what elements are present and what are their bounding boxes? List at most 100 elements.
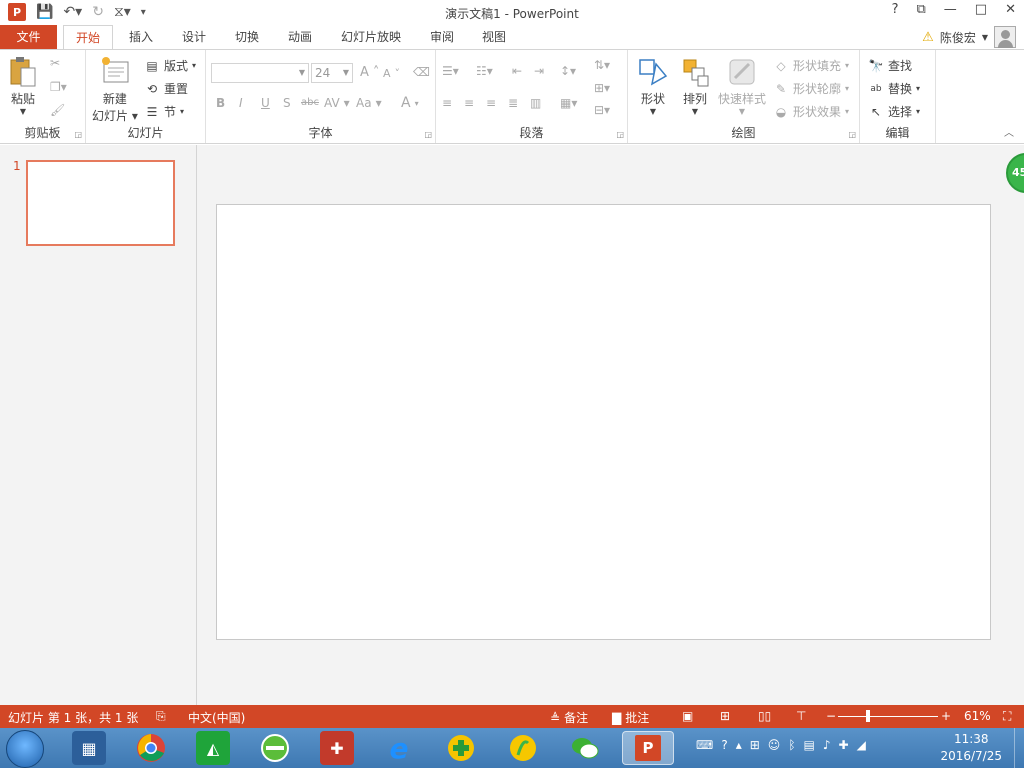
tab-transitions[interactable]: 切换	[224, 25, 270, 49]
chevron-down-icon[interactable]: ▼	[20, 107, 26, 116]
distributed-icon[interactable]: ▥	[530, 96, 541, 110]
select-button[interactable]: ↖ 选择 ▾	[868, 103, 920, 120]
language-indicator[interactable]: 中文(中国)	[188, 709, 245, 726]
dialog-launcher-icon[interactable]: ◲	[848, 130, 856, 139]
zoom-slider-track[interactable]	[838, 716, 938, 717]
puzzle-app-icon[interactable]: ✚	[320, 731, 354, 765]
tab-home[interactable]: 开始	[63, 25, 113, 50]
decrease-indent-icon[interactable]: ⇤	[512, 64, 522, 78]
align-text-icon[interactable]: ⊞▾	[594, 81, 610, 95]
shape-fill-button[interactable]: ◇ 形状填充 ▾	[773, 57, 849, 74]
help-button[interactable]: ?	[892, 2, 899, 17]
fit-to-window-icon[interactable]: ⛶	[1003, 709, 1011, 724]
slide-sorter-icon[interactable]: ⊞	[720, 709, 730, 723]
tab-review[interactable]: 审阅	[419, 25, 465, 49]
shadow-button[interactable]: S	[283, 96, 291, 110]
dialog-launcher-icon[interactable]: ◲	[424, 130, 432, 139]
arrange-button[interactable]: 排列 ▼	[680, 56, 710, 116]
notes-button[interactable]: ≜ 备注	[550, 709, 588, 726]
shape-outline-button[interactable]: ✎ 形状轮廓 ▾	[773, 80, 849, 97]
zoom-out-button[interactable]: −	[826, 709, 836, 723]
tab-design[interactable]: 设计	[171, 25, 217, 49]
chevron-down-icon[interactable]: ▼	[650, 107, 656, 116]
align-left-icon[interactable]: ≡	[442, 96, 452, 110]
replace-button[interactable]: ab 替换 ▾	[868, 80, 920, 97]
reading-view-icon[interactable]: ▯▯	[758, 709, 771, 723]
collapse-ribbon-icon[interactable]: ︿	[1004, 124, 1014, 139]
line-spacing-icon[interactable]: ↕▾	[560, 64, 576, 78]
reset-button[interactable]: ⟲ 重置	[144, 80, 188, 97]
copy-icon[interactable]: ❐▾	[50, 80, 67, 94]
chevron-down-icon[interactable]: ▼	[982, 33, 988, 42]
file-manager-icon[interactable]: ▦	[72, 731, 106, 765]
increase-indent-icon[interactable]: ⇥	[534, 64, 544, 78]
section-button[interactable]: ☰ 节 ▾	[144, 103, 184, 120]
columns-icon[interactable]: ▦▾	[560, 96, 577, 110]
floating-badge[interactable]: 45	[1006, 153, 1024, 193]
tab-file[interactable]: 文件	[0, 25, 57, 49]
layout-button[interactable]: ▤ 版式 ▾	[144, 57, 196, 74]
keyboard-icon[interactable]: ⌨	[696, 738, 713, 752]
strikethrough-button[interactable]: abc	[301, 97, 319, 108]
align-right-icon[interactable]: ≡	[486, 96, 496, 110]
music-app-icon[interactable]	[506, 731, 540, 765]
plus-app-icon[interactable]	[444, 731, 478, 765]
cut-icon[interactable]: ✂	[50, 56, 60, 70]
help-tray-icon[interactable]: ?	[721, 738, 727, 752]
normal-view-icon[interactable]: ▣	[682, 709, 693, 723]
close-button[interactable]: ✕	[1005, 2, 1016, 17]
find-button[interactable]: 🔭 查找	[868, 57, 913, 74]
clipboard-tray-icon[interactable]: ▤	[804, 738, 815, 752]
tab-animations[interactable]: 动画	[277, 25, 323, 49]
font-name-combo[interactable]: ▼	[211, 63, 309, 83]
numbering-icon[interactable]: ☷▾	[476, 64, 493, 78]
text-direction-icon[interactable]: ⇅▾	[594, 58, 610, 72]
internet-explorer-icon[interactable]: e	[382, 731, 416, 765]
wechat-icon[interactable]	[568, 731, 602, 765]
tray-expand-icon[interactable]: ▴	[736, 738, 742, 752]
zoom-slider-thumb[interactable]	[866, 710, 870, 722]
quick-styles-button[interactable]: 快速样式 ▼	[718, 56, 766, 116]
shrink-font-icon[interactable]: A ˅	[383, 67, 400, 80]
user-account[interactable]: ⚠ 陈俊宏 ▼	[922, 25, 1016, 49]
qq-icon[interactable]: ☺	[768, 738, 781, 752]
bluetooth-icon[interactable]: ᛒ	[788, 738, 795, 752]
tab-view[interactable]: 视图	[471, 25, 517, 49]
ribbon-display-options-button[interactable]: ⧉	[917, 2, 926, 17]
plus-tray-icon[interactable]: ✚	[839, 738, 849, 752]
powerpoint-taskbar-icon[interactable]: P	[622, 731, 674, 765]
grow-font-icon[interactable]: A ˄	[360, 65, 379, 80]
chevron-down-icon[interactable]: ▼	[692, 107, 698, 116]
clock[interactable]: 11:38 2016/7/25	[940, 731, 1002, 765]
show-desktop-button[interactable]	[1014, 728, 1024, 768]
minimize-button[interactable]: —	[944, 2, 957, 17]
italic-button[interactable]: I	[239, 96, 243, 110]
network-icon[interactable]: ◢	[857, 738, 866, 752]
start-button-icon[interactable]	[6, 730, 44, 768]
shapes-button[interactable]: 形状 ▼	[638, 56, 668, 116]
slideshow-view-icon[interactable]: ⊤	[796, 709, 806, 723]
character-spacing-button[interactable]: AV ▾	[324, 96, 350, 110]
bullets-icon[interactable]: ☰▾	[442, 64, 459, 78]
align-center-icon[interactable]: ≡	[464, 96, 474, 110]
tab-insert[interactable]: 插入	[118, 25, 164, 49]
maximize-button[interactable]: □	[975, 2, 987, 17]
bold-button[interactable]: B	[216, 96, 225, 110]
justify-icon[interactable]: ≣	[508, 96, 518, 110]
zoom-level[interactable]: 61%	[964, 709, 991, 723]
paste-button[interactable]: 粘贴 ▼	[8, 56, 38, 116]
font-color-button[interactable]: A ▾	[401, 95, 419, 111]
dialog-launcher-icon[interactable]: ◲	[616, 130, 624, 139]
browser-360-icon[interactable]	[258, 731, 292, 765]
underline-button[interactable]: U	[261, 96, 270, 110]
font-size-combo[interactable]: 24 ▼	[311, 63, 353, 83]
tab-slideshow[interactable]: 幻灯片放映	[330, 25, 412, 49]
user-name[interactable]: 陈俊宏	[940, 29, 976, 46]
avatar[interactable]	[994, 26, 1016, 48]
zoom-in-button[interactable]: +	[941, 709, 951, 723]
chrome-icon[interactable]	[134, 731, 168, 765]
slide-canvas[interactable]	[216, 204, 991, 640]
spelling-icon[interactable]: ⎘	[156, 709, 166, 724]
dialog-launcher-icon[interactable]: ◲	[74, 130, 82, 139]
shape-effects-button[interactable]: ◒ 形状效果 ▾	[773, 103, 849, 120]
